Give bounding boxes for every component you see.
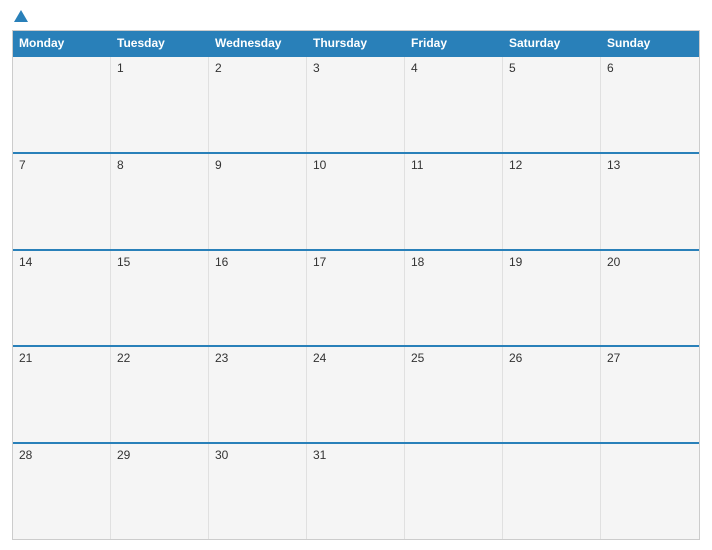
day-number: 17 xyxy=(313,255,398,269)
day-number: 4 xyxy=(411,61,496,75)
calendar-cell xyxy=(601,444,699,539)
logo-triangle-icon xyxy=(14,10,28,22)
day-number: 31 xyxy=(313,448,398,462)
header xyxy=(12,10,700,22)
day-number: 25 xyxy=(411,351,496,365)
day-number: 28 xyxy=(19,448,104,462)
day-number: 23 xyxy=(215,351,300,365)
calendar-cell: 14 xyxy=(13,251,111,346)
day-number: 11 xyxy=(411,158,496,172)
calendar-cell: 2 xyxy=(209,57,307,152)
day-number: 21 xyxy=(19,351,104,365)
calendar-cell: 3 xyxy=(307,57,405,152)
day-number: 3 xyxy=(313,61,398,75)
day-number: 26 xyxy=(509,351,594,365)
calendar: MondayTuesdayWednesdayThursdayFridaySatu… xyxy=(12,30,700,540)
calendar-cell: 16 xyxy=(209,251,307,346)
day-number: 27 xyxy=(607,351,693,365)
calendar-cell: 20 xyxy=(601,251,699,346)
day-number: 1 xyxy=(117,61,202,75)
calendar-cell: 25 xyxy=(405,347,503,442)
day-number: 29 xyxy=(117,448,202,462)
calendar-cell: 21 xyxy=(13,347,111,442)
calendar-cell: 29 xyxy=(111,444,209,539)
calendar-header: MondayTuesdayWednesdayThursdayFridaySatu… xyxy=(13,31,699,55)
calendar-cell: 8 xyxy=(111,154,209,249)
calendar-cell: 12 xyxy=(503,154,601,249)
calendar-cell: 5 xyxy=(503,57,601,152)
day-number: 19 xyxy=(509,255,594,269)
calendar-cell: 9 xyxy=(209,154,307,249)
calendar-body: 1234567891011121314151617181920212223242… xyxy=(13,55,699,539)
day-number: 16 xyxy=(215,255,300,269)
calendar-day-header: Saturday xyxy=(503,31,601,55)
day-number: 10 xyxy=(313,158,398,172)
calendar-cell: 13 xyxy=(601,154,699,249)
calendar-cell: 4 xyxy=(405,57,503,152)
day-number: 15 xyxy=(117,255,202,269)
calendar-week: 28 29 30 31 xyxy=(13,442,699,539)
calendar-cell xyxy=(503,444,601,539)
calendar-cell: 1 xyxy=(111,57,209,152)
calendar-cell: 26 xyxy=(503,347,601,442)
day-number: 13 xyxy=(607,158,693,172)
calendar-cell: 22 xyxy=(111,347,209,442)
calendar-cell: 15 xyxy=(111,251,209,346)
calendar-cell: 6 xyxy=(601,57,699,152)
day-number: 8 xyxy=(117,158,202,172)
calendar-cell: 19 xyxy=(503,251,601,346)
calendar-cell: 18 xyxy=(405,251,503,346)
calendar-week: 21 22 23 24 25 26 27 xyxy=(13,345,699,442)
calendar-cell xyxy=(405,444,503,539)
calendar-cell: 24 xyxy=(307,347,405,442)
calendar-week: 789 10 11 12 13 xyxy=(13,152,699,249)
day-number: 30 xyxy=(215,448,300,462)
day-number: 12 xyxy=(509,158,594,172)
calendar-cell: 23 xyxy=(209,347,307,442)
calendar-day-header: Thursday xyxy=(307,31,405,55)
calendar-cell xyxy=(13,57,111,152)
calendar-cell: 28 xyxy=(13,444,111,539)
calendar-day-header: Friday xyxy=(405,31,503,55)
day-number: 9 xyxy=(215,158,300,172)
day-number: 2 xyxy=(215,61,300,75)
calendar-cell: 30 xyxy=(209,444,307,539)
day-number: 6 xyxy=(607,61,693,75)
day-number: 22 xyxy=(117,351,202,365)
day-number: 24 xyxy=(313,351,398,365)
calendar-week: 123456 xyxy=(13,55,699,152)
page: MondayTuesdayWednesdayThursdayFridaySatu… xyxy=(0,0,712,550)
day-number: 7 xyxy=(19,158,104,172)
calendar-day-header: Sunday xyxy=(601,31,699,55)
calendar-cell: 11 xyxy=(405,154,503,249)
calendar-cell: 10 xyxy=(307,154,405,249)
logo xyxy=(12,10,28,22)
day-number: 14 xyxy=(19,255,104,269)
day-number: 20 xyxy=(607,255,693,269)
day-number: 5 xyxy=(509,61,594,75)
calendar-cell: 31 xyxy=(307,444,405,539)
calendar-week: 14 15 16 17 18 19 20 xyxy=(13,249,699,346)
calendar-cell: 27 xyxy=(601,347,699,442)
calendar-cell: 17 xyxy=(307,251,405,346)
calendar-day-header: Tuesday xyxy=(111,31,209,55)
calendar-day-header: Wednesday xyxy=(209,31,307,55)
calendar-cell: 7 xyxy=(13,154,111,249)
calendar-day-header: Monday xyxy=(13,31,111,55)
day-number: 18 xyxy=(411,255,496,269)
